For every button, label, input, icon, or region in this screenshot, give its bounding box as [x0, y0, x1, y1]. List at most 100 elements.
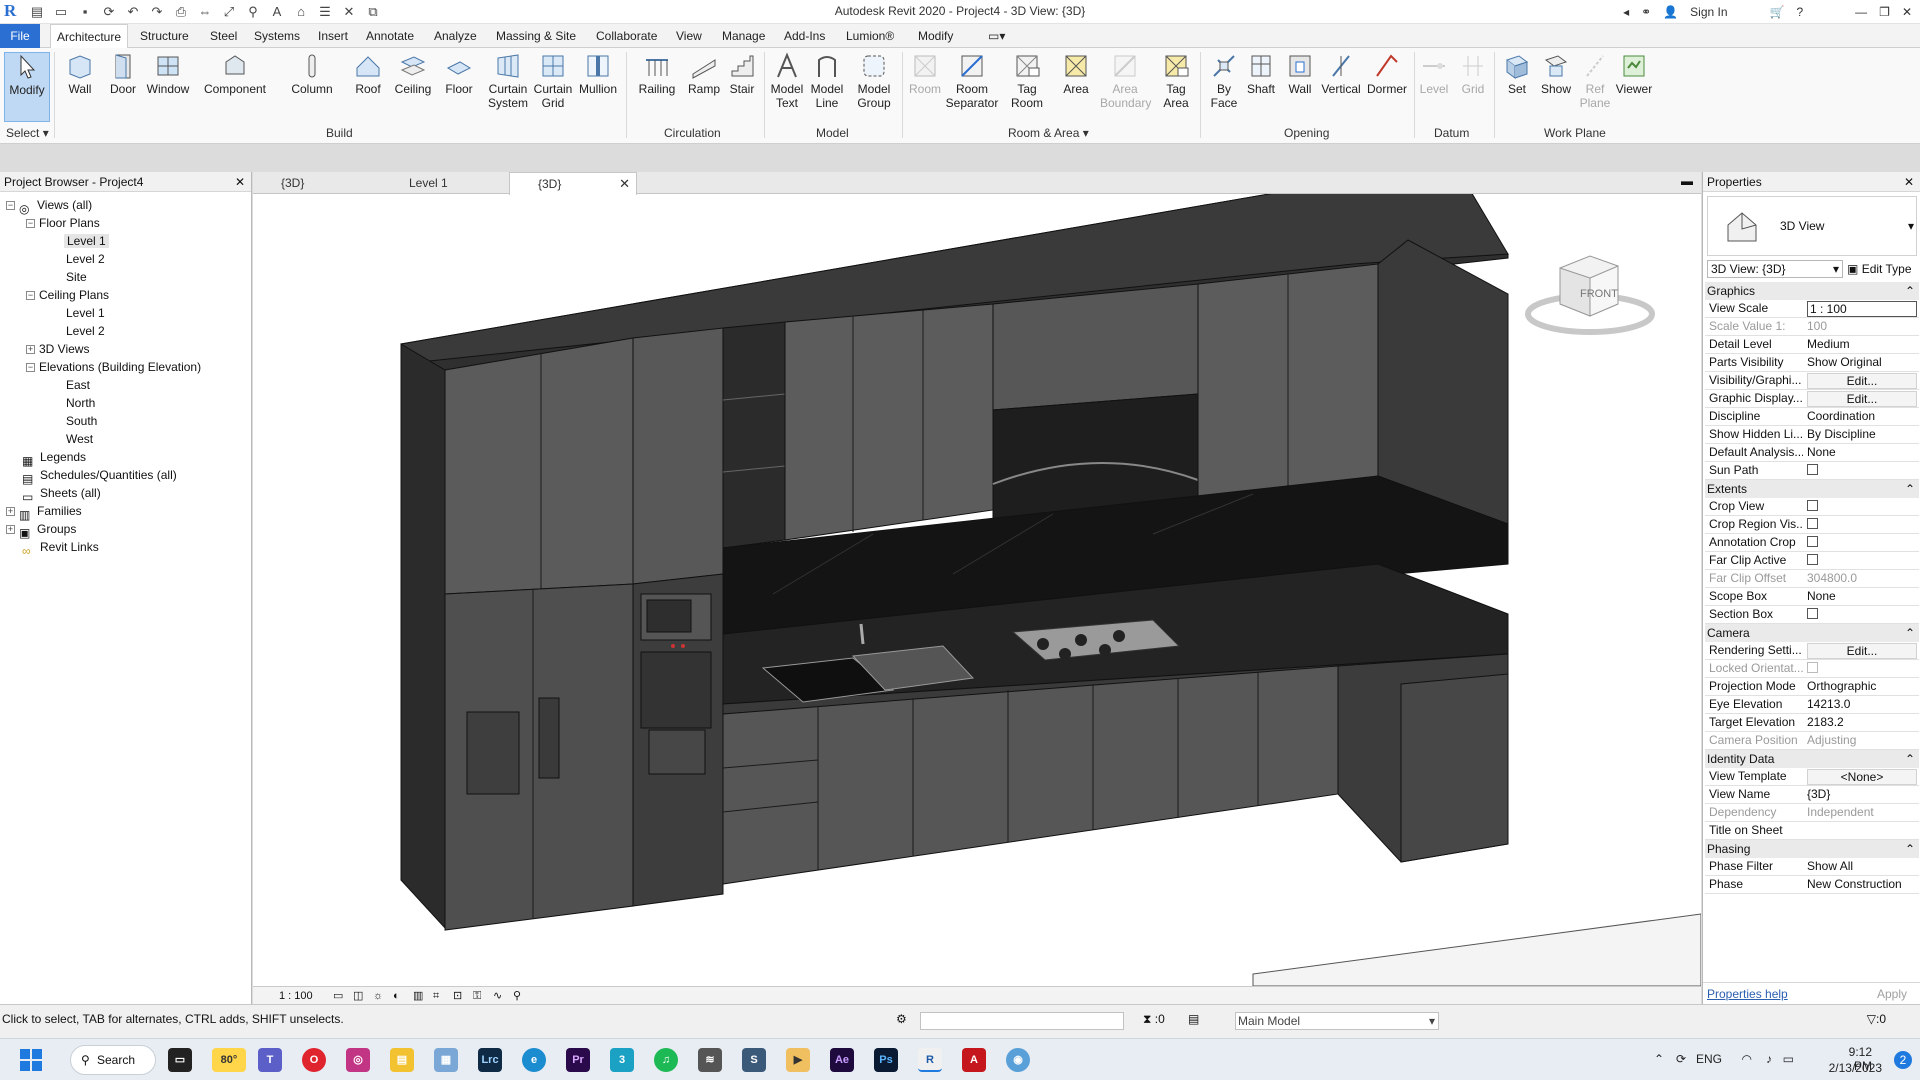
battery-icon[interactable]: ▭ [1783, 1052, 1794, 1066]
projection-mode-value[interactable]: Orthographic [1807, 678, 1917, 695]
tree-item-schedules[interactable]: ▤ Schedules/Quantities (all) [22, 466, 177, 486]
view-scale-button[interactable]: 1 : 100 [279, 987, 313, 1005]
chevron-down-icon[interactable]: ▾ [1908, 219, 1914, 233]
tree-item-views[interactable]: − ◎ Views (all) [6, 196, 92, 216]
view-tab-3d-active[interactable]: {3D} ✕ [509, 172, 637, 195]
3ds-max-icon[interactable]: 3 [610, 1048, 634, 1072]
view-tab-level-1[interactable]: Level 1 [381, 172, 509, 194]
tree-item-groups[interactable]: + ▣ Groups [6, 520, 76, 540]
taskbar-search[interactable]: ⚲ Search [70, 1045, 156, 1075]
section-camera[interactable]: Camera ⌃ [1705, 624, 1919, 642]
tree-item-west[interactable]: West [66, 430, 93, 448]
restore-icon[interactable]: ❐ [1879, 3, 1890, 21]
wifi-icon[interactable]: ◠ [1742, 1052, 1752, 1066]
lock-3d-icon[interactable]: ⚿ [473, 987, 481, 1005]
contextual-toggle-icon[interactable]: ▭▾ [982, 24, 1011, 48]
task-view-icon[interactable]: ▭ [168, 1048, 192, 1072]
revit-taskbar-icon[interactable]: R [918, 1048, 942, 1072]
lightroom-classic-icon[interactable]: Lrc [478, 1048, 502, 1072]
apply-button[interactable]: Apply [1877, 987, 1907, 1001]
close-icon[interactable]: ✕ [235, 172, 245, 192]
workset-icon[interactable]: ⚙ [896, 1012, 907, 1026]
door-button[interactable]: Door [104, 52, 142, 96]
view-tabs-menu-icon[interactable]: ▬ [1681, 174, 1693, 188]
room-button[interactable]: Room [906, 52, 944, 96]
file-explorer-icon[interactable]: ▤ [390, 1048, 414, 1072]
spotify-icon[interactable]: ♫ [654, 1048, 678, 1072]
mullion-button[interactable]: Mullion [576, 52, 620, 96]
binoculars-icon[interactable]: ⚭ [1641, 3, 1651, 21]
section-box-checkbox[interactable] [1807, 608, 1818, 620]
view-name-input[interactable]: {3D} [1807, 786, 1917, 803]
discipline-value[interactable]: Coordination [1807, 408, 1917, 425]
tab-manage[interactable]: Manage [716, 24, 771, 48]
visual-style-icon[interactable]: ◫ [353, 987, 363, 1005]
set-button[interactable]: Set [1500, 52, 1534, 96]
reveal-hidden-icon[interactable]: ⚲ [513, 987, 521, 1005]
close-icon[interactable]: ✕ [1904, 172, 1914, 192]
curtain-system-button[interactable]: Curtain System [484, 52, 532, 110]
tree-item-families[interactable]: + ▥ Families [6, 502, 82, 522]
premiere-icon[interactable]: Pr [566, 1048, 590, 1072]
app-icon[interactable]: ≋ [698, 1048, 722, 1072]
tree-item-elevations[interactable]: − Elevations (Building Elevation) [26, 358, 201, 376]
default-analysis-value[interactable]: None [1807, 444, 1917, 461]
select-panel-label[interactable]: Select ▾ [6, 126, 49, 140]
tab-annotate[interactable]: Annotate [360, 24, 420, 48]
view-scale-input[interactable]: 1 : 100 [1807, 301, 1917, 317]
section-phasing[interactable]: Phasing ⌃ [1705, 840, 1919, 858]
tree-item-sheets[interactable]: ▭ Sheets (all) [22, 484, 101, 504]
level-button[interactable]: Level [1418, 52, 1450, 96]
selection-filter[interactable]: ▽:0 [1867, 1012, 1886, 1026]
scope-box-value[interactable]: None [1807, 588, 1917, 605]
type-selector[interactable]: 3D View ▾ [1707, 196, 1917, 256]
tab-view[interactable]: View [670, 24, 708, 48]
view-template-button[interactable]: <None> [1807, 769, 1917, 785]
rendering-edit-button[interactable]: Edit... [1807, 643, 1917, 659]
tab-file[interactable]: File [0, 24, 40, 48]
search-help-icon[interactable]: ◂ [1623, 3, 1629, 21]
tag-area-button[interactable]: Tag Area [1156, 52, 1196, 110]
cart-icon[interactable]: 🛒 [1770, 3, 1785, 21]
tree-item-floor-plans[interactable]: − Floor Plans [26, 214, 100, 232]
ceiling-button[interactable]: Ceiling [392, 52, 434, 96]
crop-region-checkbox[interactable] [1807, 518, 1818, 530]
expand-icon[interactable]: + [6, 507, 15, 517]
tree-item-ceiling-level-1[interactable]: Level 1 [66, 304, 105, 322]
show-crop-icon[interactable]: ⊡ [453, 987, 462, 1005]
tree-item-site[interactable]: Site [66, 268, 87, 286]
edge-icon[interactable]: e [522, 1048, 546, 1072]
area-boundary-button[interactable]: Area Boundary [1100, 52, 1151, 110]
view-tab-3d-1[interactable]: {3D} [253, 172, 381, 194]
collapse-icon[interactable]: − [26, 363, 35, 373]
design-option-select[interactable]: Main Model ▾ [1235, 1012, 1439, 1030]
far-clip-checkbox[interactable] [1807, 554, 1818, 566]
component-button[interactable]: Component [200, 52, 270, 96]
tree-item-ceiling-plans[interactable]: − Ceiling Plans [26, 286, 109, 304]
visibility-edit-button[interactable]: Edit... [1807, 373, 1917, 389]
tab-collaborate[interactable]: Collaborate [590, 24, 663, 48]
tab-modify[interactable]: Modify [912, 24, 959, 48]
instagram-icon[interactable]: ◎ [346, 1048, 370, 1072]
media-player-icon[interactable]: ▶ [786, 1048, 810, 1072]
tab-insert[interactable]: Insert [312, 24, 354, 48]
edit-type-button[interactable]: ▣ Edit Type [1847, 260, 1912, 278]
tree-item-ceiling-level-2[interactable]: Level 2 [66, 322, 105, 340]
sun-path-checkbox[interactable] [1807, 464, 1818, 476]
viewer-button[interactable]: Viewer [1614, 52, 1654, 96]
window-button[interactable]: Window [146, 52, 190, 96]
graphic-display-edit-button[interactable]: Edit... [1807, 391, 1917, 407]
tree-item-south[interactable]: South [66, 412, 97, 430]
detail-level-icon[interactable]: ▭ [333, 987, 343, 1005]
wall-opening-button[interactable]: Wall [1282, 52, 1318, 96]
photos-icon[interactable]: ▦ [434, 1048, 458, 1072]
autocad-icon[interactable]: A [962, 1048, 986, 1072]
column-button[interactable]: Column [288, 52, 336, 96]
properties-help-link[interactable]: Properties help [1707, 987, 1788, 1001]
model-group-button[interactable]: Model Group [852, 52, 896, 110]
tab-steel[interactable]: Steel [204, 24, 243, 48]
instance-filter-select[interactable]: 3D View: {3D} ▾ [1707, 260, 1843, 278]
tab-analyze[interactable]: Analyze [428, 24, 483, 48]
eye-elevation-value[interactable]: 14213.0 [1807, 696, 1917, 713]
curtain-grid-button[interactable]: Curtain Grid [532, 52, 574, 110]
